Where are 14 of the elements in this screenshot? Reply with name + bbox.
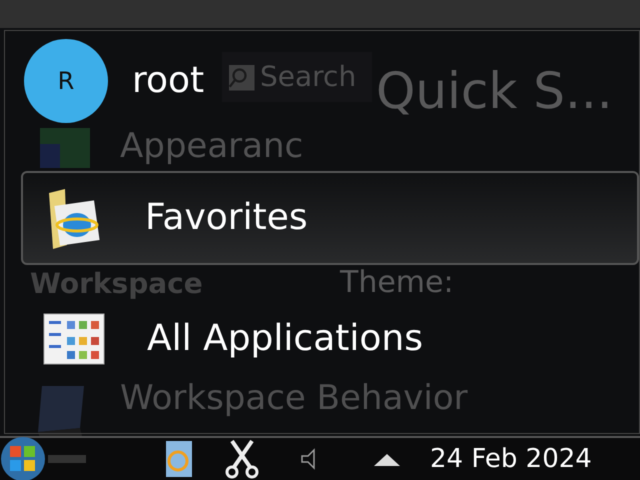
menu-item[interactable]: Favorites — [21, 171, 639, 265]
clock-date: 24 Feb 2024 — [430, 442, 592, 476]
scissors-icon[interactable] — [224, 439, 260, 479]
app-grid-icon — [43, 313, 105, 365]
volume-icon[interactable] — [300, 448, 316, 470]
section-label: Workspace Behavior — [120, 378, 468, 418]
start-button[interactable] — [0, 436, 46, 480]
tray-arrow-icon[interactable] — [374, 452, 400, 466]
section-label: Appearanc — [120, 126, 304, 166]
field-label: Theme: — [340, 266, 454, 300]
page-title: Quick S... — [376, 61, 613, 122]
user-name: root — [132, 59, 204, 103]
menu-item[interactable]: All Applications — [21, 301, 437, 377]
search-icon — [226, 62, 256, 92]
